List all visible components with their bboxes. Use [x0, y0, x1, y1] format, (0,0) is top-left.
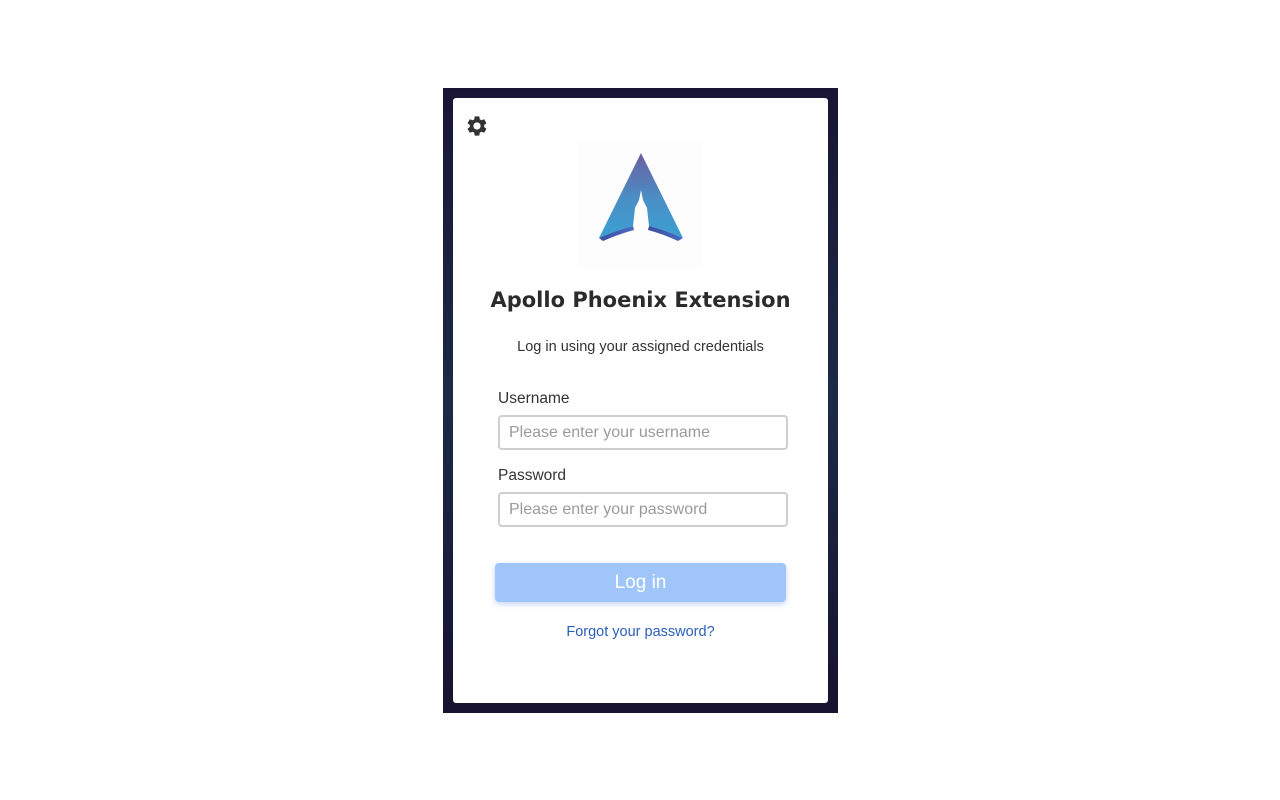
- extension-popup-frame: Apollo Phoenix Extension Log in using yo…: [443, 88, 838, 713]
- password-label: Password: [498, 467, 567, 484]
- password-input[interactable]: [498, 492, 788, 527]
- apollo-rocket-logo-icon: [577, 142, 703, 268]
- login-button[interactable]: Log in: [495, 563, 786, 602]
- login-instructions: Log in using your assigned credentials: [517, 339, 764, 355]
- gear-icon[interactable]: [465, 114, 489, 138]
- page-title: Apollo Phoenix Extension: [490, 288, 791, 312]
- username-input[interactable]: [498, 415, 788, 450]
- username-label: Username: [498, 390, 570, 407]
- forgot-password-link[interactable]: Forgot your password?: [453, 624, 828, 640]
- login-card: Apollo Phoenix Extension Log in using yo…: [453, 98, 828, 703]
